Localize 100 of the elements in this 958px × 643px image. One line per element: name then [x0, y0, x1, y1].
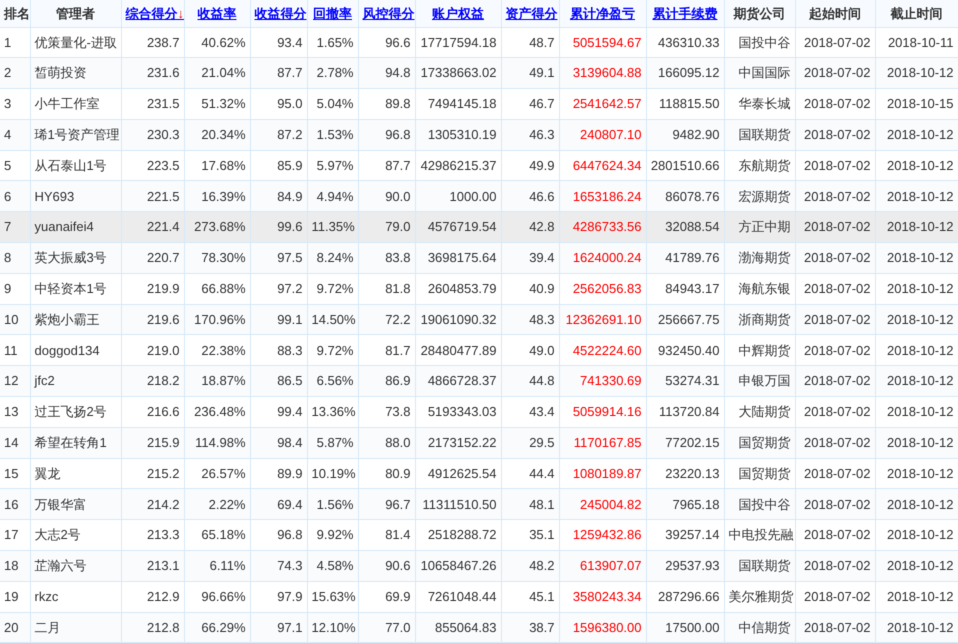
table-cell: 66.88% [184, 273, 250, 304]
table-cell: rkzc [30, 581, 121, 612]
table-cell: 84943.17 [646, 273, 724, 304]
table-cell: 2562056.83 [559, 273, 646, 304]
column-header[interactable]: 收益率 [184, 0, 250, 27]
table-cell: 1624000.24 [559, 242, 646, 274]
table-cell: 渤海期货 [724, 242, 795, 274]
table-row[interactable]: 10 紫炮小霸王 219.6 170.96% 99.1 14.50% 72.2 19061090.32 48.3 12362691.10 256667.75 浙商期货 2018-07-02 2018-10-12 [0, 304, 958, 335]
table-cell: 芷瀚六号 [30, 550, 121, 582]
table-cell: 17500.00 [646, 612, 724, 643]
column-header[interactable]: 综合得分↓ [121, 0, 184, 27]
table-row[interactable]: 2 皙萌投资 231.6 21.04% 87.7 2.78% 94.8 17338663.02 49.1 3139604.88 166095.12 中国国际 2018-07-02 2018-10-12 [0, 58, 958, 89]
column-header[interactable]: 风控得分 [358, 0, 415, 27]
table-cell: 2018-07-02 [795, 550, 875, 582]
table-cell: 240807.10 [559, 119, 646, 150]
table-cell: 236.48% [184, 396, 250, 428]
table-cell: 2604853.79 [415, 273, 501, 304]
column-header[interactable]: 账户权益 [415, 0, 501, 27]
column-header[interactable]: 回撤率 [307, 0, 358, 27]
table-row[interactable]: 17 大志2号 213.3 65.18% 96.8 9.92% 81.4 2518288.72 35.1 1259432.86 39257.14 中电投先融 2018-07-02 2018-10-12 [0, 520, 958, 551]
column-header[interactable]: 资产得分 [501, 0, 559, 27]
table-cell: 2018-07-02 [795, 242, 875, 274]
table-row[interactable]: 18 芷瀚六号 213.1 6.11% 74.3 4.58% 90.6 10658467.26 48.2 613907.07 29537.93 国联期货 2018-07-02 2018-10-12 [0, 550, 958, 582]
table-cell: 3698175.64 [415, 242, 501, 274]
table-cell: 46.7 [501, 88, 559, 120]
table-cell: 8.24% [307, 242, 358, 274]
table-row[interactable]: 4 琋1号资产管理 230.3 20.34% 87.2 1.53% 96.8 1305310.19 46.3 240807.10 9482.90 国联期货 2018-07-02 2018-10-12 [0, 119, 958, 150]
table-cell: 1596380.00 [559, 612, 646, 643]
table-cell: 14 [0, 427, 30, 458]
table-cell: 19 [0, 581, 30, 612]
table-cell: 2018-10-12 [875, 581, 958, 612]
table-cell: 20 [0, 612, 30, 643]
table-row[interactable]: 19 rkzc 212.9 96.66% 97.9 15.63% 69.9 7261048.44 45.1 3580243.34 287296.66 美尔雅期货 2018-07-02 2018-10-12 [0, 581, 958, 612]
table-cell: 过王飞扬2号 [30, 396, 121, 428]
table-row[interactable]: 9 中轻资本1号 219.9 66.88% 97.2 9.72% 81.8 2604853.79 40.9 2562056.83 84943.17 海航东银 2018-07-02 2018-10-12 [0, 273, 958, 304]
table-row[interactable]: 8 英大振威3号 220.7 78.30% 97.5 8.24% 83.8 3698175.64 39.4 1624000.24 41789.76 渤海期货 2018-07-02 2018-10-12 [0, 242, 958, 274]
table-cell: 13.36% [307, 396, 358, 428]
table-cell: 96.8 [358, 119, 415, 150]
table-row[interactable]: 7 yuanaifei4 221.4 273.68% 99.6 11.35% 79.0 4576719.54 42.8 4286733.56 32088.54 方正中期 2018-07-02 2018-10-12 [0, 212, 958, 243]
column-header[interactable]: 累计净盈亏 [559, 0, 646, 27]
table-cell: 2018-10-12 [875, 550, 958, 582]
table-cell: 2018-10-12 [875, 119, 958, 150]
table-row[interactable]: 12 jfc2 218.2 18.87% 86.5 6.56% 86.9 4866728.37 44.8 741330.69 53274.31 申银万国 2018-07-02 2018-10-12 [0, 366, 958, 397]
table-cell: 5059914.16 [559, 396, 646, 428]
table-cell: 87.2 [250, 119, 307, 150]
table-cell: 118815.50 [646, 88, 724, 120]
table-cell: 2018-07-02 [795, 273, 875, 304]
table-cell: 96.66% [184, 581, 250, 612]
table-cell: 琋1号资产管理 [30, 119, 121, 150]
table-row[interactable]: 13 过王飞扬2号 216.6 236.48% 99.4 13.36% 73.8 5193343.03 43.4 5059914.16 113720.84 大陆期货 2018-07-02 2018-10-12 [0, 396, 958, 428]
table-cell: 二月 [30, 612, 121, 643]
table-cell: 国联期货 [724, 119, 795, 150]
table-cell: 97.9 [250, 581, 307, 612]
table-row[interactable]: 15 翼龙 215.2 26.57% 89.9 10.19% 80.9 4912625.54 44.4 1080189.87 23220.13 国贸期货 2018-07-02 2018-10-12 [0, 458, 958, 489]
table-cell: 希望在转角1 [30, 427, 121, 458]
table-cell: 287296.66 [646, 581, 724, 612]
table-cell: 216.6 [121, 396, 184, 428]
table-cell: 2018-07-02 [795, 396, 875, 428]
column-header[interactable]: 收益得分 [250, 0, 307, 27]
table-cell: 98.4 [250, 427, 307, 458]
column-header[interactable]: 累计手续费 [646, 0, 724, 27]
table-cell: 美尔雅期货 [724, 581, 795, 612]
table-cell: 2018-07-02 [795, 581, 875, 612]
table-cell: 74.3 [250, 550, 307, 582]
table-cell: 48.2 [501, 550, 559, 582]
table-cell: 219.9 [121, 273, 184, 304]
table-cell: 231.5 [121, 88, 184, 120]
table-cell: 113720.84 [646, 396, 724, 428]
table-row[interactable]: 3 小牛工作室 231.5 51.32% 95.0 5.04% 89.8 7494145.18 46.7 2541642.57 118815.50 华泰长城 2018-07-02 2018-10-15 [0, 88, 958, 120]
table-cell: 99.4 [250, 396, 307, 428]
table-cell: 3 [0, 88, 30, 120]
table-row[interactable]: 6 HY693 221.5 16.39% 84.9 4.94% 90.0 1000.00 46.6 1653186.24 86078.76 宏源期货 2018-07-02 2018-10-12 [0, 180, 958, 212]
table-cell: 66.29% [184, 612, 250, 643]
table-cell: 38.7 [501, 612, 559, 643]
table-cell: 海航东银 [724, 273, 795, 304]
table-row[interactable]: 1 优策量化-进取 238.7 40.62% 93.4 1.65% 96.6 17717594.18 48.7 5051594.67 436310.33 国投中谷 2018-07-02 2018-10-11 [0, 27, 958, 58]
table-cell: 3580243.34 [559, 581, 646, 612]
table-cell: 国贸期货 [724, 427, 795, 458]
table-cell: 230.3 [121, 119, 184, 150]
column-header: 截止时间 [875, 0, 958, 27]
table-row[interactable]: 5 从石泰山1号 223.5 17.68% 85.9 5.97% 87.7 42986215.37 49.9 6447624.34 2801510.66 东航期货 2018-07-02 2018-10-12 [0, 150, 958, 181]
table-row[interactable]: 11 doggod134 219.0 22.38% 88.3 9.72% 81.7 28480477.89 49.0 4522224.60 932450.40 中辉期货 2018-07-02 2018-10-12 [0, 334, 958, 366]
table-cell: 69.9 [358, 581, 415, 612]
table-row[interactable]: 20 二月 212.8 66.29% 97.1 12.10% 77.0 855064.83 38.7 1596380.00 17500.00 中信期货 2018-07-02 2018-10-12 [0, 612, 958, 643]
table-row[interactable]: 16 万银华富 214.2 2.22% 69.4 1.56% 96.7 11311510.50 48.1 245004.82 7965.18 国投中谷 2018-07-02 2018-10-12 [0, 488, 958, 520]
table-cell: 215.9 [121, 427, 184, 458]
table-cell: 45.1 [501, 581, 559, 612]
table-cell: 1.53% [307, 119, 358, 150]
table-cell: 77.0 [358, 612, 415, 643]
table-cell: 8 [0, 242, 30, 274]
table-cell: 212.8 [121, 612, 184, 643]
table-row[interactable]: 14 希望在转角1 215.9 114.98% 98.4 5.87% 88.0 2173152.22 29.5 1170167.85 77202.15 国贸期货 2018-07-02 2018-10-12 [0, 427, 958, 458]
table-cell: 83.8 [358, 242, 415, 274]
table-cell: 20.34% [184, 119, 250, 150]
table-cell: 73.8 [358, 396, 415, 428]
table-cell: 6.11% [184, 550, 250, 582]
table-cell: 97.5 [250, 242, 307, 274]
table-cell: 114.98% [184, 427, 250, 458]
table-cell: 18 [0, 550, 30, 582]
table-cell: 95.0 [250, 88, 307, 120]
